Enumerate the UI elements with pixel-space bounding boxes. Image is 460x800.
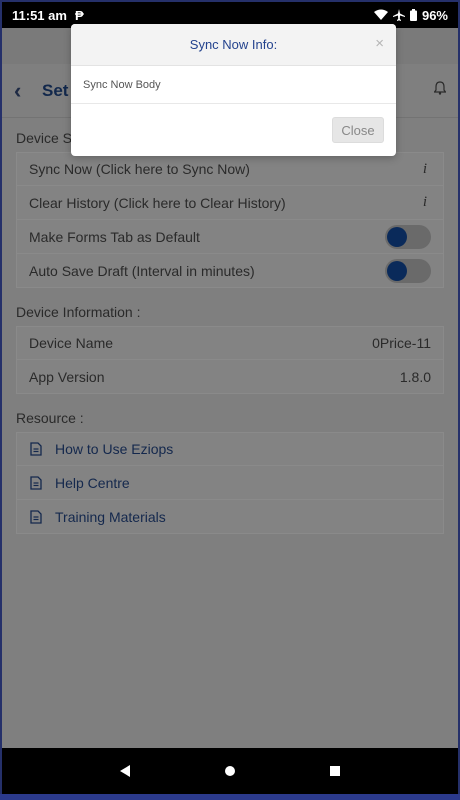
toggle-knob — [387, 226, 407, 247]
forms-default-label: Make Forms Tab as Default — [29, 228, 200, 245]
dialog-title: Sync Now Info: — [189, 37, 278, 52]
sync-now-label: Sync Now (Click here to Sync Now) — [29, 161, 250, 177]
sync-now-row[interactable]: Sync Now (Click here to Sync Now) i — [16, 152, 444, 186]
nav-back-icon[interactable] — [119, 764, 131, 778]
chevron-left-icon[interactable]: ‹ — [14, 78, 36, 104]
app-version-row: App Version 1.8.0 — [16, 360, 444, 394]
forms-default-toggle[interactable] — [385, 224, 431, 249]
auto-save-row: Auto Save Draft (Interval in minutes) — [16, 254, 444, 288]
document-icon — [30, 509, 42, 524]
battery-icon — [409, 9, 417, 21]
page-title: Set — [42, 80, 69, 100]
nav-recents-icon[interactable] — [329, 765, 341, 777]
close-icon[interactable]: × — [375, 35, 384, 52]
auto-save-label: Auto Save Draft (Interval in minutes) — [29, 262, 255, 279]
device-information-heading: Device Information : — [16, 304, 141, 320]
status-time: 11:51 am — [12, 7, 67, 23]
clear-history-row[interactable]: Clear History (Click here to Clear Histo… — [16, 186, 444, 220]
device-name-label: Device Name — [29, 335, 114, 351]
auto-save-toggle[interactable] — [385, 258, 431, 283]
device-settings-list: Sync Now (Click here to Sync Now) i Clea… — [16, 152, 444, 288]
bell-icon[interactable] — [433, 81, 447, 100]
info-icon[interactable]: i — [423, 194, 431, 211]
resource-link[interactable]: How to Use Eziops — [55, 441, 173, 457]
toggle-knob — [387, 260, 407, 281]
close-button[interactable]: Close — [332, 117, 384, 143]
resource-heading: Resource : — [16, 410, 84, 426]
dialog-header: Sync Now Info: × — [71, 24, 396, 66]
info-icon[interactable]: i — [423, 161, 431, 178]
device-name-row: Device Name 0Price-11 — [16, 326, 444, 360]
device-name-value: 0Price-11 — [372, 335, 431, 351]
app-version-value: 1.8.0 — [399, 368, 431, 385]
resource-list: How to Use Eziops Help Centre Training M… — [16, 432, 444, 534]
device-frame-bottom — [0, 794, 460, 800]
clear-history-label: Clear History (Click here to Clear Histo… — [29, 194, 286, 211]
resource-item-how-to-use[interactable]: How to Use Eziops — [16, 432, 444, 466]
dialog-body: Sync Now Body — [71, 66, 396, 104]
nav-home-icon[interactable] — [224, 765, 236, 777]
wifi-icon — [373, 9, 388, 20]
resource-link[interactable]: Training Materials — [55, 509, 166, 525]
resource-item-training-materials[interactable]: Training Materials — [16, 500, 444, 534]
document-icon — [30, 475, 42, 490]
resource-item-help-centre[interactable]: Help Centre — [16, 466, 444, 500]
resource-link[interactable]: Help Centre — [55, 475, 130, 491]
sync-now-info-dialog: Sync Now Info: × Sync Now Body Close — [71, 24, 396, 156]
document-icon — [30, 442, 42, 456]
p-icon: ₱ — [74, 7, 84, 23]
dialog-footer: Close — [71, 104, 396, 156]
device-information-list: Device Name 0Price-11 App Version 1.8.0 — [16, 326, 444, 394]
forms-default-row: Make Forms Tab as Default — [16, 220, 444, 254]
android-nav-bar — [2, 748, 458, 794]
battery-percent: 96% — [421, 7, 448, 23]
app-version-label: App Version — [29, 368, 105, 385]
airplane-icon — [392, 9, 405, 21]
